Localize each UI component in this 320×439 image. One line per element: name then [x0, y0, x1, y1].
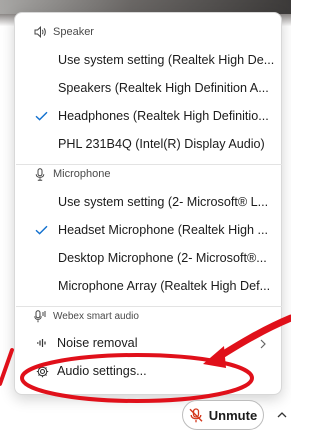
microphone-option-label: Use system setting (2- Microsoft® L...	[58, 195, 269, 209]
speaker-icon	[33, 25, 47, 39]
speaker-option-label: Headphones (Realtek High Definitio...	[58, 109, 269, 123]
chevron-right-icon	[259, 338, 267, 352]
microphone-icon	[33, 167, 47, 181]
microphone-muted-icon	[189, 407, 203, 423]
smart-audio-section-header: Webex smart audio	[33, 307, 139, 325]
unmute-button[interactable]: Unmute	[182, 400, 264, 430]
microphone-section-title: Microphone	[53, 168, 111, 180]
speaker-option-label: Use system setting (Realtek High De...	[58, 53, 275, 67]
audio-settings-label: Audio settings...	[57, 364, 147, 378]
microphone-option-label: Desktop Microphone (2- Microsoft®...	[58, 251, 267, 265]
audio-options-menu: Speaker Use system setting (Realtek High…	[14, 12, 282, 395]
microphone-option-label: Headset Microphone (Realtek High ...	[58, 223, 268, 237]
microphone-section-header: Microphone	[33, 165, 110, 183]
microphone-option-desktop[interactable]: Desktop Microphone (2- Microsoft®...	[15, 244, 281, 272]
speaker-option-label: Speakers (Realtek High Definition A...	[58, 81, 269, 95]
noise-removal-label: Noise removal	[57, 336, 138, 350]
checkmark-icon	[32, 111, 50, 121]
microphone-option-array[interactable]: Microphone Array (Realtek High Def...	[15, 272, 281, 300]
speaker-option-speakers[interactable]: Speakers (Realtek High Definition A...	[15, 74, 281, 102]
chevron-up-icon	[277, 406, 287, 424]
audio-options-expand-button[interactable]	[270, 400, 291, 430]
noise-removal-item[interactable]: Noise removal	[15, 329, 281, 357]
gear-icon	[35, 365, 49, 378]
unmute-label: Unmute	[208, 407, 258, 423]
speaker-option-label: PHL 231B4Q (Intel(R) Display Audio)	[58, 137, 265, 151]
noise-removal-icon	[35, 338, 49, 348]
speaker-option-headphones[interactable]: Headphones (Realtek High Definitio...	[15, 102, 281, 130]
annotation-mark-left	[0, 348, 14, 386]
audio-settings-item[interactable]: Audio settings...	[15, 357, 281, 385]
smart-audio-section-title: Webex smart audio	[53, 310, 139, 322]
speaker-section-title: Speaker	[53, 26, 94, 38]
microphone-option-system[interactable]: Use system setting (2- Microsoft® L...	[15, 188, 281, 216]
screen: Speaker Use system setting (Realtek High…	[0, 0, 291, 439]
speaker-option-phl-display[interactable]: PHL 231B4Q (Intel(R) Display Audio)	[15, 130, 281, 158]
speaker-section-header: Speaker	[33, 23, 94, 41]
speaker-option-system[interactable]: Use system setting (Realtek High De...	[15, 46, 281, 74]
microphone-option-label: Microphone Array (Realtek High Def...	[58, 279, 271, 293]
microphone-option-headset[interactable]: Headset Microphone (Realtek High ...	[15, 216, 281, 244]
checkmark-icon	[32, 225, 50, 235]
smart-audio-icon	[33, 309, 47, 323]
